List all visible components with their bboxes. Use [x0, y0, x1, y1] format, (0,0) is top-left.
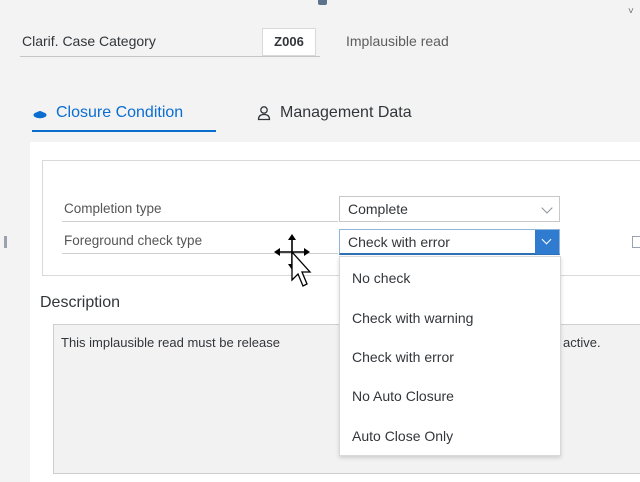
foreground-check-type-label: Foreground check type	[64, 233, 203, 248]
description-title: Description	[40, 294, 121, 311]
foreground-check-type-select[interactable]: Check with error	[339, 229, 560, 255]
dropdown-toggle-button[interactable]	[535, 230, 559, 254]
tab-closure-condition[interactable]: Closure Condition	[32, 104, 183, 122]
foreground-check-type-value: Check with error	[348, 234, 450, 250]
completion-type-underline	[62, 221, 338, 222]
foreground-check-type-dropdown: No check Check with warning Check with e…	[339, 256, 561, 456]
header-divider	[20, 56, 320, 57]
description-text-end: active.	[563, 335, 601, 350]
right-edge-marker	[632, 236, 640, 248]
person-icon	[257, 106, 271, 121]
clarification-case-category-label: Clarif. Case Category	[22, 33, 156, 49]
closure-condition-icon	[33, 111, 47, 119]
dropdown-option-check-with-warning[interactable]: Check with warning	[352, 310, 473, 326]
completion-type-select[interactable]: Complete	[339, 196, 560, 222]
clarification-case-category-code: Z006	[262, 28, 316, 56]
tab-management-data[interactable]: Management Data	[256, 104, 412, 122]
left-edge-marker	[4, 236, 7, 248]
edge-marker-icon: ˅	[628, 6, 634, 17]
chevron-down-icon[interactable]	[541, 202, 553, 214]
completion-type-value: Complete	[348, 201, 408, 217]
move-cursor-icon	[274, 234, 312, 287]
dropdown-option-no-check[interactable]: No check	[352, 270, 410, 286]
dropdown-option-check-with-error[interactable]: Check with error	[352, 349, 454, 365]
description-text-start: This implausible read must be release	[61, 335, 280, 350]
completion-type-label: Completion type	[64, 201, 162, 216]
tab-closure-condition-label: Closure Condition	[56, 104, 184, 121]
top-edge-marker	[318, 0, 327, 5]
tab-management-data-label: Management Data	[280, 104, 412, 121]
active-tab-indicator	[32, 130, 216, 132]
clarification-case-category-description: Implausible read	[346, 33, 449, 49]
dropdown-option-auto-close-only[interactable]: Auto Close Only	[352, 428, 453, 444]
dropdown-option-no-auto-closure[interactable]: No Auto Closure	[352, 388, 454, 404]
